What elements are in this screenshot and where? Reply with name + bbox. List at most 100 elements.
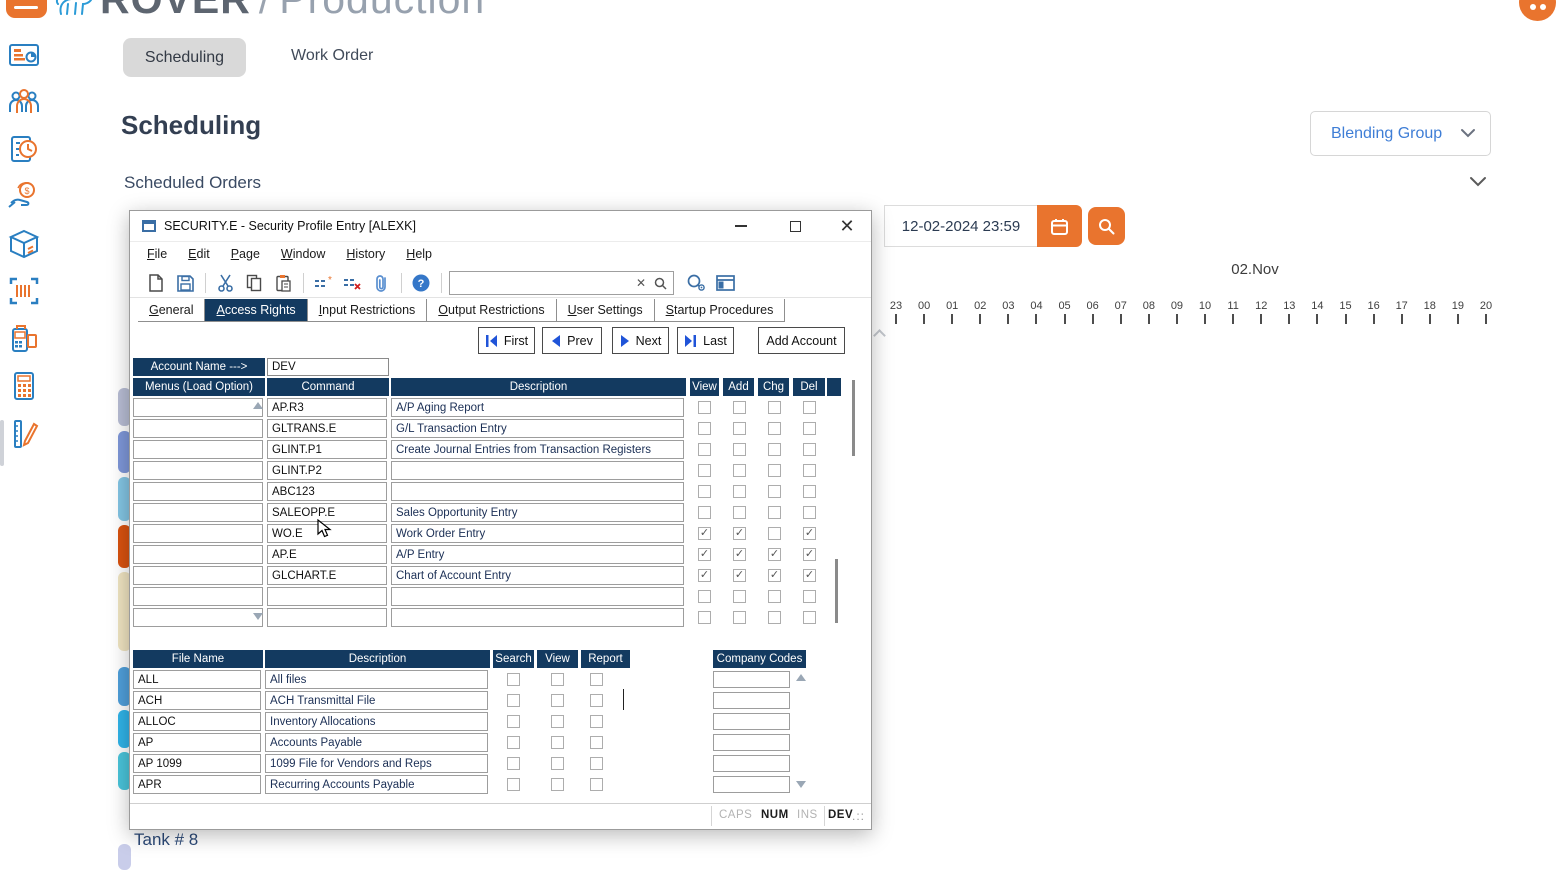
sidebar-people-icon[interactable] — [7, 85, 43, 121]
file-name-cell[interactable]: ACH — [133, 691, 261, 710]
view-checkbox[interactable] — [551, 694, 564, 707]
chg-checkbox[interactable] — [768, 401, 781, 414]
add-checkbox[interactable] — [733, 611, 746, 624]
search-checkbox[interactable] — [507, 673, 520, 686]
gantt-bar[interactable] — [118, 844, 131, 870]
new-document-icon[interactable] — [144, 272, 168, 294]
view-checkbox[interactable] — [551, 673, 564, 686]
chg-checkbox[interactable] — [768, 422, 781, 435]
view-checkbox[interactable] — [698, 443, 711, 456]
maximize-button[interactable] — [780, 211, 810, 241]
company-codes-field[interactable] — [713, 671, 790, 688]
view-checkbox[interactable] — [551, 778, 564, 791]
menu-window[interactable]: Window — [281, 247, 325, 261]
view-checkbox[interactable] — [698, 464, 711, 477]
toolbar-search-input[interactable] — [456, 276, 636, 290]
view-checkbox[interactable] — [698, 506, 711, 519]
add-checkbox[interactable] — [733, 464, 746, 477]
command-cell[interactable]: GLINT.P2 — [267, 461, 387, 480]
delete-row-icon[interactable] — [340, 272, 364, 294]
report-checkbox[interactable] — [590, 736, 603, 749]
tab-scheduling[interactable]: Scheduling — [123, 38, 246, 77]
company-codes-field[interactable] — [713, 755, 790, 772]
command-cell[interactable]: GLCHART.E — [267, 566, 387, 585]
file-name-cell[interactable]: AP 1099 — [133, 754, 261, 773]
tab-startup-procedures[interactable]: Startup Procedures — [655, 299, 786, 321]
menus-cell[interactable] — [133, 545, 263, 564]
layout-view-icon[interactable] — [713, 272, 737, 294]
app-logo-icon[interactable] — [6, 0, 47, 18]
next-button[interactable]: Next — [612, 327, 669, 354]
view-checkbox[interactable] — [698, 611, 711, 624]
sidebar-terminal-icon[interactable] — [7, 321, 43, 357]
description-cell[interactable]: G/L Transaction Entry — [391, 419, 684, 438]
del-checkbox[interactable] — [803, 485, 816, 498]
del-checkbox[interactable] — [803, 548, 816, 561]
file-description-cell[interactable]: Inventory Allocations — [265, 712, 488, 731]
menu-file[interactable]: File — [147, 247, 167, 261]
del-checkbox[interactable] — [803, 527, 816, 540]
user-search-icon[interactable] — [684, 272, 708, 294]
company-codes-field[interactable] — [713, 776, 790, 793]
view-checkbox[interactable] — [698, 401, 711, 414]
add-checkbox[interactable] — [733, 527, 746, 540]
view-checkbox[interactable] — [698, 548, 711, 561]
report-checkbox[interactable] — [590, 757, 603, 770]
minimize-button[interactable] — [726, 211, 756, 241]
scroll-up-icon[interactable] — [796, 674, 806, 681]
calendar-button[interactable] — [1037, 205, 1082, 247]
menus-cell[interactable] — [133, 587, 263, 606]
description-cell[interactable]: A/P Aging Report — [391, 398, 684, 417]
del-checkbox[interactable] — [803, 569, 816, 582]
add-checkbox[interactable] — [733, 506, 746, 519]
description-cell[interactable]: Chart of Account Entry — [391, 566, 684, 585]
file-name-cell[interactable]: APR — [133, 775, 261, 794]
command-cell[interactable]: AP.E — [267, 545, 387, 564]
description-cell[interactable]: Create Journal Entries from Transaction … — [391, 440, 684, 459]
view-checkbox[interactable] — [698, 527, 711, 540]
menu-page[interactable]: Page — [231, 247, 260, 261]
chg-checkbox[interactable] — [768, 464, 781, 477]
menus-cell[interactable] — [133, 419, 263, 438]
file-name-cell[interactable]: ALLOC — [133, 712, 261, 731]
report-checkbox[interactable] — [590, 694, 603, 707]
add-checkbox[interactable] — [733, 401, 746, 414]
menus-cell[interactable] — [133, 503, 263, 522]
cut-icon[interactable] — [213, 272, 237, 294]
chg-checkbox[interactable] — [768, 611, 781, 624]
del-checkbox[interactable] — [803, 422, 816, 435]
menus-cell[interactable] — [133, 524, 263, 543]
file-name-cell[interactable]: ALL — [133, 670, 261, 689]
chg-checkbox[interactable] — [768, 506, 781, 519]
del-checkbox[interactable] — [803, 464, 816, 477]
page-scrollbar[interactable] — [0, 420, 4, 466]
window-titlebar[interactable]: SECURITY.E - Security Profile Entry [ALE… — [130, 211, 871, 242]
add-checkbox[interactable] — [733, 422, 746, 435]
last-button[interactable]: Last — [677, 327, 734, 354]
search-checkbox[interactable] — [507, 736, 520, 749]
command-cell[interactable]: GLTRANS.E — [267, 419, 387, 438]
chg-checkbox[interactable] — [768, 569, 781, 582]
company-codes-field[interactable] — [713, 713, 790, 730]
add-account-button[interactable]: Add Account — [758, 327, 845, 354]
scrollbar-up-icon[interactable] — [873, 329, 886, 342]
close-button[interactable]: ✕ — [832, 211, 862, 241]
scrollbar-thumb[interactable] — [835, 559, 838, 623]
first-button[interactable]: First — [478, 327, 535, 354]
scrollbar-thumb[interactable] — [852, 380, 855, 456]
search-checkbox[interactable] — [507, 715, 520, 728]
prev-button[interactable]: Prev — [542, 327, 602, 354]
save-icon[interactable] — [173, 272, 197, 294]
add-checkbox[interactable] — [733, 443, 746, 456]
del-checkbox[interactable] — [803, 401, 816, 414]
menus-cell[interactable] — [133, 608, 263, 627]
datetime-field[interactable]: 12-02-2024 23:59 — [884, 205, 1037, 247]
menus-cell[interactable] — [133, 461, 263, 480]
scroll-down-icon[interactable] — [253, 613, 263, 620]
sidebar-measure-icon[interactable] — [7, 417, 43, 453]
view-checkbox[interactable] — [698, 485, 711, 498]
search-checkbox[interactable] — [507, 778, 520, 791]
report-checkbox[interactable] — [590, 778, 603, 791]
menus-cell[interactable] — [133, 440, 263, 459]
command-cell[interactable] — [267, 608, 387, 627]
